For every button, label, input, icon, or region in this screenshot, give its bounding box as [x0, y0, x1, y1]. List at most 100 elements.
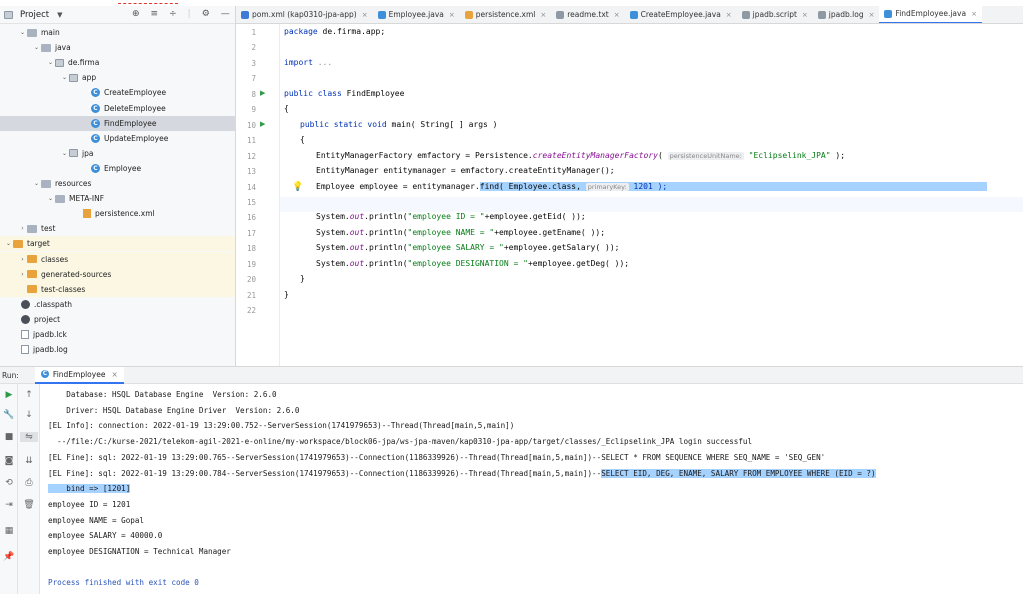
close-icon[interactable]: ×: [614, 11, 620, 19]
tree-item[interactable]: ⌄ main: [0, 25, 235, 40]
file-type-icon: [817, 10, 826, 19]
folded-imports[interactable]: ...: [313, 58, 332, 67]
camera-icon[interactable]: ◙: [0, 456, 18, 466]
close-icon[interactable]: ×: [111, 370, 117, 379]
tree-item[interactable]: project: [0, 312, 235, 327]
tree-item[interactable]: C CreateEmployee: [0, 85, 235, 100]
class-icon: C: [91, 118, 100, 128]
hide-icon[interactable]: —: [221, 9, 230, 19]
code-text: +employee.getEid( ));: [484, 212, 586, 221]
close-icon[interactable]: ×: [802, 11, 808, 19]
tree-item[interactable]: ⌄ de.firma: [0, 55, 235, 70]
line-number: 19: [246, 259, 256, 269]
expand-arrow-icon[interactable]: ›: [18, 256, 27, 263]
string-literal: "employee ID = ": [407, 212, 485, 221]
tree-item[interactable]: › classes: [0, 251, 235, 267]
editor-tab[interactable]: pom.xml (kap0310-jpa-app) ×: [236, 6, 373, 23]
expand-arrow-icon[interactable]: ⌄: [18, 29, 27, 36]
lightbulb-icon[interactable]: 💡: [292, 182, 303, 192]
expand-arrow-icon[interactable]: ⌄: [32, 44, 41, 51]
xml-icon: [83, 209, 91, 219]
run-tab[interactable]: C FindEmployee ×: [34, 366, 124, 384]
expand-arrow-icon[interactable]: ⌄: [60, 150, 69, 157]
expand-arrow-icon[interactable]: ›: [18, 271, 27, 278]
method-call: createEntityManagerFactory: [532, 151, 658, 160]
tree-item[interactable]: C UpdateEmployee: [0, 131, 235, 146]
tree-item[interactable]: test-classes: [0, 281, 235, 297]
selected-sql: SELECT EID, DEG, ENAME, SALARY FROM EMPL…: [601, 468, 876, 478]
tree-item[interactable]: persistence.xml: [0, 206, 235, 221]
tree-item[interactable]: jpadb.lck: [0, 327, 235, 342]
gear-icon[interactable]: ⚙: [202, 9, 210, 19]
chevron-down-icon[interactable]: ▼: [57, 11, 62, 19]
editor-tab[interactable]: jpadb.log ×: [813, 6, 880, 23]
tree-item[interactable]: ⌄ target: [0, 236, 235, 252]
editor-tab[interactable]: persistence.xml ×: [460, 6, 552, 23]
arrow-up-icon[interactable]: ↑: [20, 390, 38, 400]
pin-icon[interactable]: 📌: [0, 552, 18, 562]
line-number: 10: [246, 120, 256, 130]
run-class-icon[interactable]: ▶: [260, 89, 265, 97]
number-literal: 1201 );: [628, 182, 668, 191]
close-icon[interactable]: ×: [971, 10, 977, 18]
close-icon[interactable]: ×: [726, 11, 732, 19]
expand-arrow-icon[interactable]: ⌄: [60, 74, 69, 81]
code-text: +employee.getSalary( ));: [503, 243, 620, 252]
close-icon[interactable]: ×: [869, 11, 875, 19]
tree-item[interactable]: ⌄ jpa: [0, 146, 235, 161]
close-icon[interactable]: ×: [540, 11, 546, 19]
code-editor[interactable]: package de.firma.app; import ... public …: [280, 24, 1023, 366]
tree-item[interactable]: C DeleteEmployee: [0, 101, 235, 116]
orange-folder-icon: [13, 239, 23, 248]
expand-arrow-icon[interactable]: ›: [18, 225, 27, 232]
expand-arrow-icon[interactable]: ⌄: [46, 195, 55, 202]
tree-item[interactable]: C Employee: [0, 161, 235, 176]
stop-icon[interactable]: ■: [0, 432, 18, 442]
tree-item-label: java: [55, 43, 71, 53]
tree-item[interactable]: .classpath: [0, 297, 235, 312]
tree-item[interactable]: C FindEmployee: [0, 115, 235, 131]
tree-item[interactable]: jpadb.log: [0, 342, 235, 357]
print-icon[interactable]: ⎙: [20, 478, 38, 488]
wrench-icon[interactable]: 🔧: [0, 410, 18, 420]
settings-file-icon: [21, 314, 30, 324]
collapse-all-icon[interactable]: ≡: [151, 9, 159, 19]
project-title[interactable]: Project: [20, 10, 49, 20]
locate-icon[interactable]: ⊕: [132, 9, 140, 19]
expand-all-icon[interactable]: ÷: [169, 9, 177, 19]
expand-arrow-icon[interactable]: ⌄: [46, 59, 55, 66]
editor-tab[interactable]: readme.txt ×: [551, 6, 624, 23]
code-line-21: }: [284, 290, 289, 299]
close-icon[interactable]: ×: [362, 11, 368, 19]
close-icon[interactable]: ×: [449, 11, 455, 19]
tree-item[interactable]: ⌄ app: [0, 70, 235, 85]
editor-tab[interactable]: jpadb.script ×: [737, 6, 813, 23]
code-line-20: }: [300, 274, 305, 283]
tree-item[interactable]: › test: [0, 221, 235, 236]
tree-item[interactable]: ⌄ META-INF: [0, 191, 235, 206]
package-name: de.firma.app;: [317, 27, 386, 36]
restore-icon[interactable]: ⟲: [0, 478, 18, 488]
exit-icon[interactable]: ⇥: [0, 500, 18, 510]
code-text: +employee.getEname( ));: [494, 228, 606, 237]
arrow-down-icon[interactable]: ↓: [20, 410, 38, 420]
console-output[interactable]: Database: HSQL Database Engine Version: …: [40, 384, 1023, 594]
expand-arrow-icon[interactable]: ⌄: [4, 240, 13, 247]
tree-item[interactable]: ⌄ java: [0, 40, 235, 55]
tree-item[interactable]: › generated-sources: [0, 266, 235, 282]
soft-wrap-icon[interactable]: ⇋: [20, 432, 38, 442]
rerun-icon[interactable]: ▶: [0, 390, 18, 400]
tree-item-label: CreateEmployee: [104, 88, 167, 98]
console-line: employee ID = 1201: [48, 500, 130, 509]
file-type-icon: [377, 10, 386, 19]
run-main-icon[interactable]: ▶: [260, 120, 265, 128]
expand-arrow-icon[interactable]: ⌄: [32, 180, 41, 187]
tree-item[interactable]: ⌄ resources: [0, 176, 235, 191]
trash-icon[interactable]: 🗑: [20, 500, 38, 510]
editor-tab[interactable]: Employee.java ×: [373, 6, 460, 23]
editor-tab[interactable]: CreateEmployee.java ×: [625, 6, 737, 23]
editor-tab[interactable]: FindEmployee.java ×: [879, 6, 982, 23]
scroll-to-end-icon[interactable]: ⇊: [20, 456, 38, 466]
layout-icon[interactable]: ▦: [0, 526, 18, 536]
class-icon: C: [91, 88, 100, 98]
